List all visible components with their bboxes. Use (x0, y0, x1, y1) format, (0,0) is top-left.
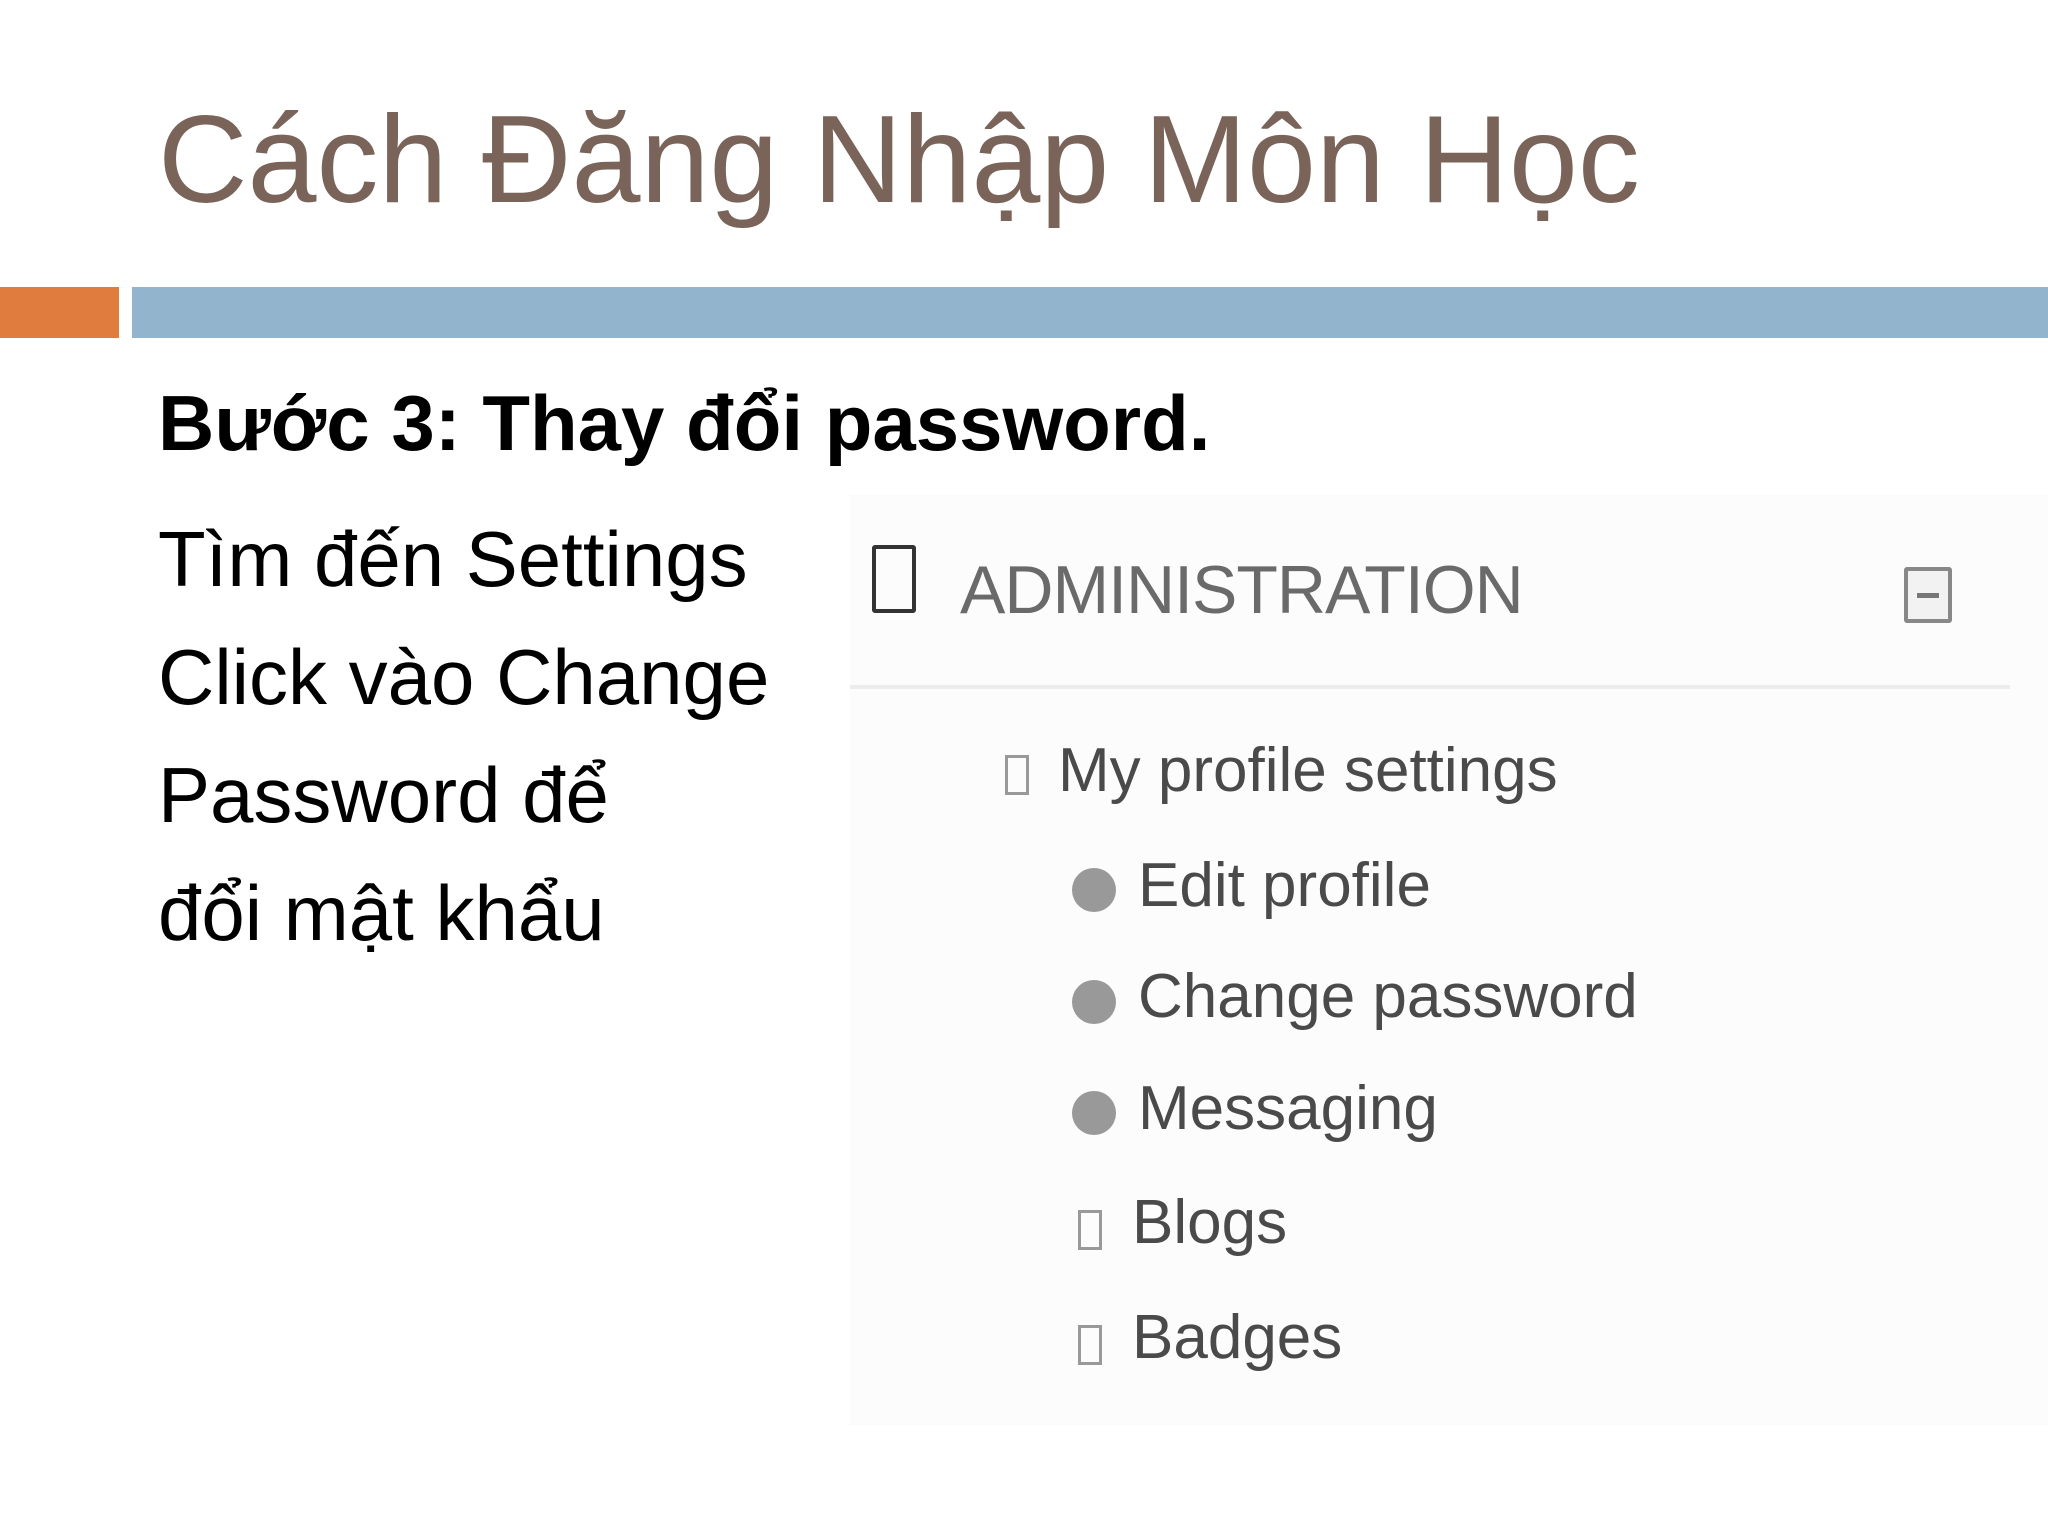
description-line: Click vào Change (158, 633, 770, 721)
menu-item-label: Messaging (1138, 1074, 1438, 1143)
title-underline-bar (132, 287, 2048, 338)
menu-item-label: Change password (1138, 962, 1638, 1031)
description-line: Password để (158, 751, 609, 839)
panel-header: ADMINISTRATION (850, 495, 2010, 689)
panel-icon (872, 545, 916, 613)
section-label: Blogs (1132, 1188, 1288, 1257)
accent-bar (0, 287, 119, 338)
menu-item-label: Edit profile (1138, 851, 1431, 920)
description: Tìm đến Settings Click vào Change Passwo… (158, 500, 818, 972)
section-label: Badges (1132, 1303, 1343, 1372)
bullet-icon (1072, 868, 1116, 912)
folder-icon (1005, 755, 1029, 795)
bullet-icon (1072, 980, 1116, 1024)
step-heading: Bước 3: Thay đổi password. (158, 379, 1211, 467)
section-label: My profile settings (1058, 736, 1558, 805)
folder-icon (1078, 1325, 1102, 1365)
panel-title: ADMINISTRATION (960, 552, 1524, 628)
description-line: Tìm đến Settings (158, 515, 748, 603)
description-line: đổi mật khẩu (158, 869, 605, 957)
administration-panel-screenshot: ADMINISTRATION My profile settings Edit … (850, 495, 2048, 1425)
folder-icon (1078, 1210, 1102, 1250)
slide-title: Cách Đăng Nhập Môn Học (158, 91, 1640, 229)
bullet-icon (1072, 1091, 1116, 1135)
collapse-icon[interactable] (1904, 567, 1952, 623)
